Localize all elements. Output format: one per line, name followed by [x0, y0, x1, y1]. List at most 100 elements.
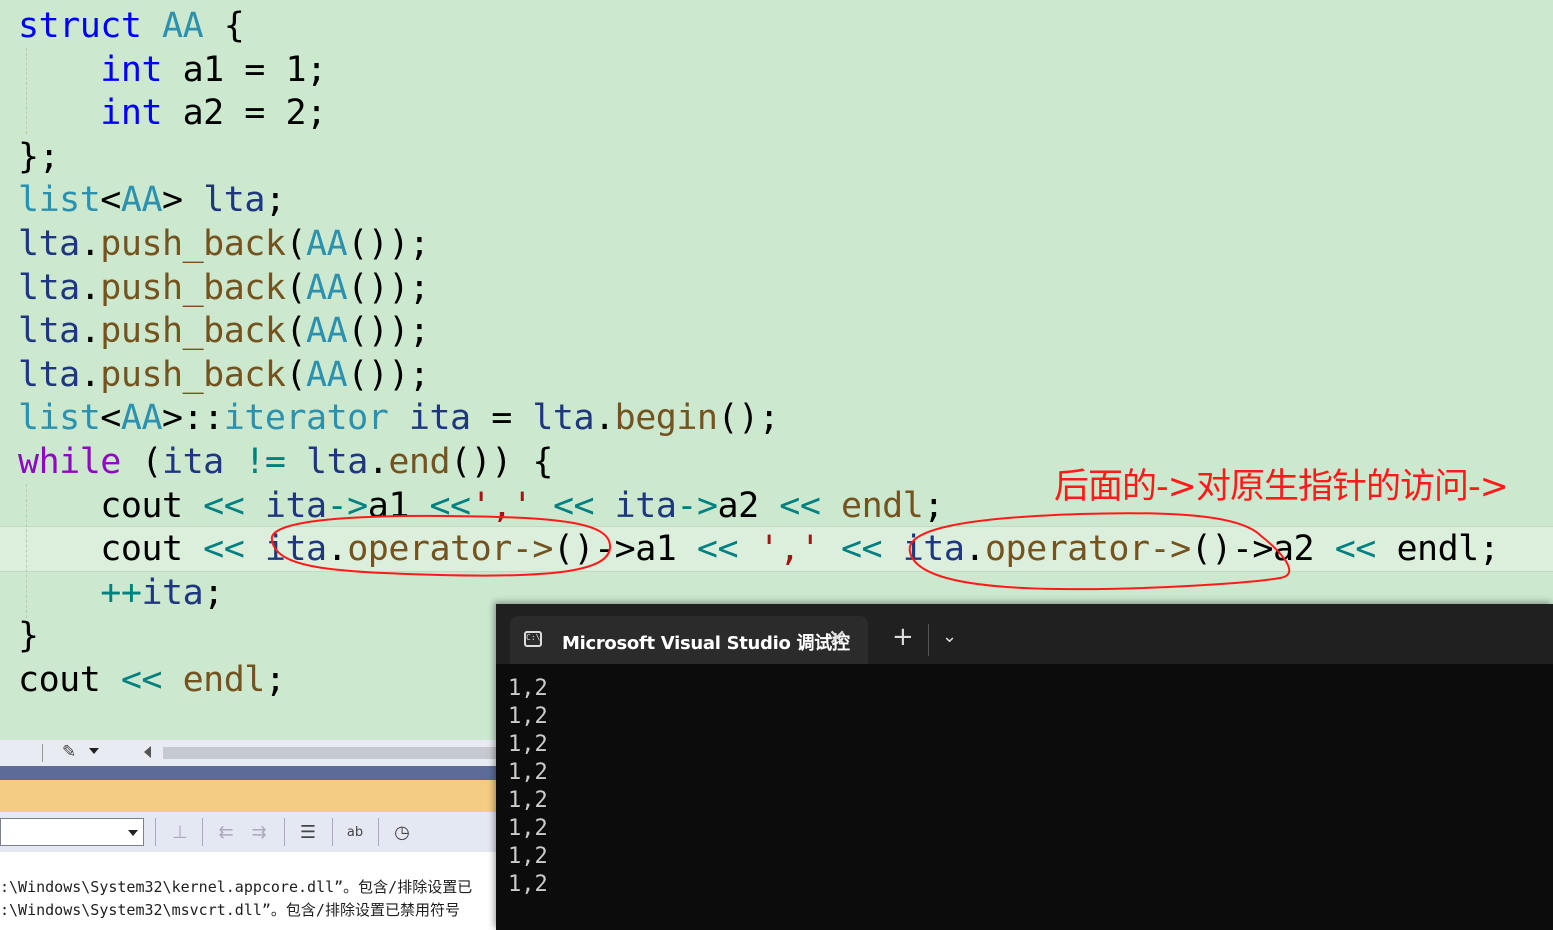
code-token: endl; [1375, 529, 1500, 570]
debug-console-window[interactable]: C:\ Microsoft Visual Studio 调试控 ✕ + ⌄ 1,… [496, 604, 1553, 930]
quick-actions-dropdown-icon[interactable] [89, 748, 99, 754]
code-token: lta [306, 442, 368, 482]
code-token: lta [18, 354, 80, 395]
annotation-text: 后面的->对原生指针的访问-> [1054, 467, 1509, 507]
divider [155, 818, 156, 846]
code-token: ita [902, 529, 965, 570]
code-line[interactable]: while (ita != lta.end()) { [18, 440, 553, 484]
timestamp-icon[interactable]: ◷ [390, 820, 414, 844]
code-token: = [470, 398, 533, 439]
code-token: . [79, 267, 101, 308]
console-output-line: 1,2 [508, 816, 548, 841]
code-line[interactable]: struct AA { [18, 4, 245, 48]
close-icon[interactable]: ✕ [828, 626, 846, 651]
console-titlebar[interactable]: C:\ Microsoft Visual Studio 调试控 ✕ + ⌄ [496, 604, 1553, 664]
code-token: cout [18, 485, 204, 526]
code-line[interactable]: } [18, 614, 39, 658]
code-line[interactable]: ++ita; [18, 571, 224, 615]
code-token: . [964, 529, 985, 570]
code-token: ',' [758, 529, 821, 570]
code-token: << [779, 485, 821, 526]
output-panel-header [0, 780, 500, 812]
code-token: push_back [100, 354, 286, 395]
code-line[interactable]: list<AA> lta; [18, 178, 286, 222]
code-token: << [552, 485, 595, 526]
code-token: ()); [347, 354, 430, 395]
code-token: a2 = 2; [162, 93, 328, 134]
code-token: AA [162, 6, 204, 46]
code-line[interactable]: lta.push_back(AA()); [18, 266, 430, 310]
divider [284, 818, 285, 846]
previous-message-icon[interactable]: ⇇ [214, 820, 238, 844]
find-message-icon[interactable]: ⊥ [168, 820, 192, 844]
code-token: >:: [162, 398, 224, 439]
output-source-select[interactable] [0, 818, 144, 846]
code-token: while [18, 442, 121, 482]
next-message-icon[interactable]: ⇉ [247, 820, 271, 844]
code-token: ',' [470, 485, 533, 526]
code-token: ita [264, 485, 327, 526]
code-token: ; [923, 485, 944, 526]
chevron-down-icon[interactable]: ⌄ [942, 626, 957, 647]
code-token: > [162, 180, 204, 221]
code-line[interactable]: lta.push_back(AA()); [18, 309, 430, 353]
scroll-left-icon[interactable] [144, 746, 151, 758]
code-token: cout [18, 660, 121, 700]
console-tab[interactable]: C:\ Microsoft Visual Studio 调试控 ✕ [510, 616, 868, 664]
code-token: push_back [100, 267, 286, 308]
code-token: end [388, 442, 451, 482]
code-token: . [367, 442, 389, 482]
word-wrap-icon[interactable]: ab [343, 820, 367, 844]
code-token: -> [326, 485, 369, 526]
code-token: a2 [717, 485, 780, 526]
console-output-line: 1,2 [508, 872, 548, 897]
code-token: struct [18, 6, 142, 46]
code-token: . [594, 398, 615, 439]
code-line[interactable]: cout << ita.operator->()->a1 << ',' << i… [18, 527, 1500, 571]
horizontal-scrollbar[interactable] [163, 747, 500, 759]
code-token: AA [306, 224, 348, 264]
output-text-area[interactable]: :\Windows\System32\kernel.appcore.dll”。包… [0, 852, 500, 930]
code-token: . [79, 224, 101, 264]
chevron-down-icon[interactable] [128, 830, 138, 836]
code-token: << [203, 529, 245, 570]
code-token: ( [285, 354, 307, 395]
code-line[interactable]: list<AA>::iterator ita = lta.begin(); [18, 396, 780, 440]
code-line[interactable]: int a2 = 2; [18, 91, 327, 135]
code-token: AA [306, 267, 348, 308]
code-line[interactable]: lta.push_back(AA()); [18, 222, 430, 266]
code-line[interactable]: cout << ita->a1 <<',' << ita->a2 << endl… [18, 484, 944, 528]
console-tab-title: Microsoft Visual Studio 调试控 [562, 633, 850, 654]
code-token: begin [614, 398, 718, 439]
code-token: operator-> [984, 529, 1191, 570]
code-token: ()); [347, 224, 430, 264]
divider [332, 818, 333, 846]
code-token: << [696, 529, 739, 570]
code-token: ita [614, 485, 677, 526]
code-line[interactable]: }; [18, 135, 60, 179]
clear-all-icon[interactable]: ☰ [296, 820, 320, 844]
code-line[interactable]: cout << endl; [18, 658, 286, 702]
code-token: != [244, 442, 286, 482]
new-tab-button[interactable]: + [892, 624, 914, 650]
code-token: -> [676, 485, 718, 526]
code-token: ()->a2 [1190, 529, 1335, 570]
code-line[interactable]: int a1 = 1; [18, 48, 327, 92]
code-line[interactable]: lta.push_back(AA()); [18, 353, 430, 397]
console-output-line: 1,2 [508, 844, 548, 869]
quick-actions-icon[interactable]: ✎ [62, 742, 76, 762]
code-token: ( [285, 311, 307, 352]
code-token: ; [203, 572, 224, 613]
console-output-line: 1,2 [508, 788, 548, 813]
